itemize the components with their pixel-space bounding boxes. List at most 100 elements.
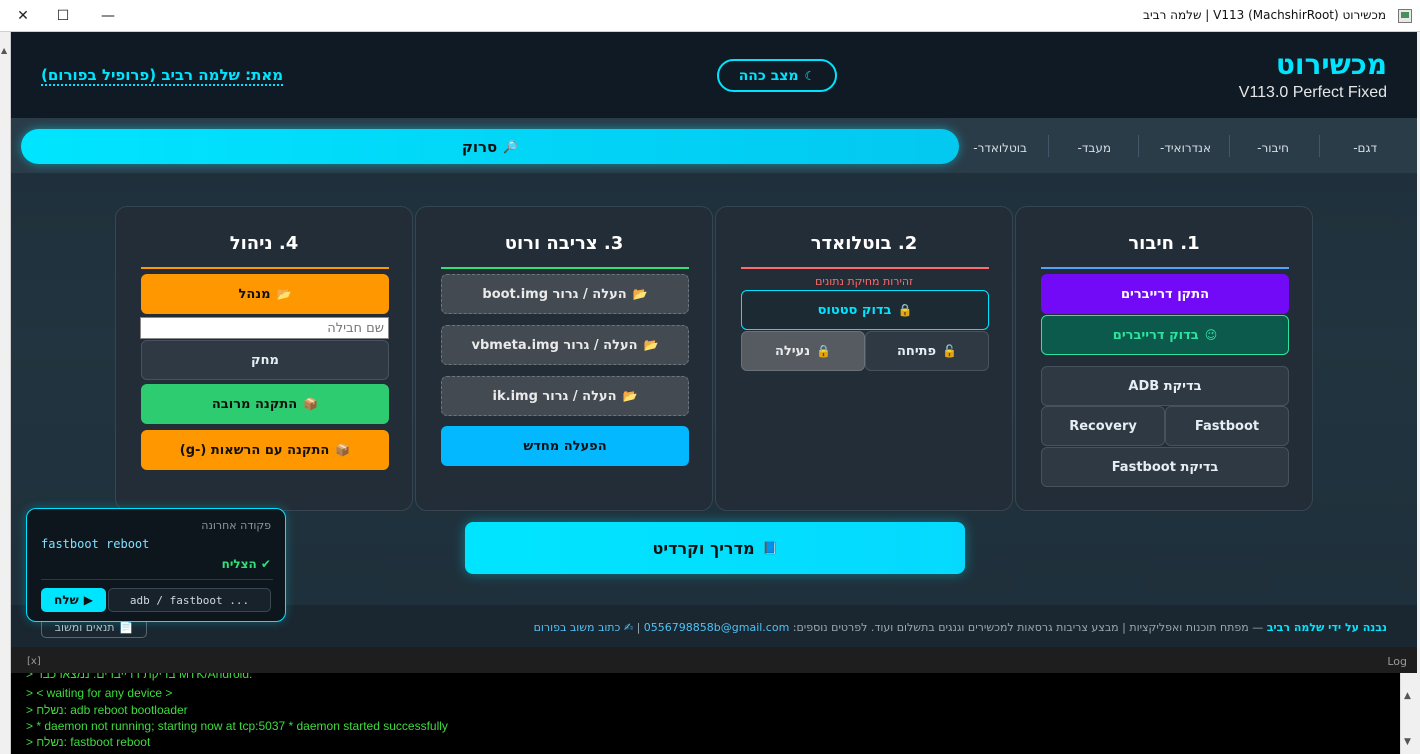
wink-icon: 😉 [1204,328,1218,342]
tab-bootloader[interactable]: בוטלואדר- [973,141,1027,155]
manager-button[interactable]: 📂 מנהל [141,274,389,314]
log-line: > < waiting for any device > [26,686,173,700]
brand: מכשירוט V113.0 Perfect Fixed [1239,48,1387,102]
card-title: 4. ניהול [229,233,299,254]
log-close-button[interactable]: [x] [27,656,41,667]
scroll-up-icon: ▲ [1,46,8,55]
lock-label: נעילה [774,343,811,359]
check-adb-button[interactable]: בדיקת ADB [1041,366,1289,406]
unlock-button[interactable]: 🔓 פתיחה [865,331,989,371]
brand-subtitle: V113.0 Perfect Fixed [1238,84,1387,101]
dark-mode-label: מצב כהה [738,67,799,84]
log-title: Log [1387,655,1407,668]
guide-credits-label: מדריך וקרדיט [652,538,755,558]
tab-model[interactable]: דגם- [1353,141,1377,155]
check-status-button[interactable]: 🔒 בדוק סטטוס [741,290,989,330]
check-fastboot-button[interactable]: בדיקת Fastboot [1041,447,1289,487]
tab-android[interactable]: אנדרואיד- [1160,141,1211,155]
command-input[interactable]: adb / fastboot ... [108,588,271,612]
recovery-button[interactable]: Recovery [1041,406,1165,446]
card-underline [141,267,389,269]
card-underline [1041,267,1289,269]
built-by: נבנה על ידי שלמה רביב [1266,621,1387,634]
bulk-install-label: התקנה מרובה [211,396,298,412]
brand-title: מכשירוט [1275,48,1387,81]
reboot-button[interactable]: הפעלה מחדש [441,426,689,466]
check-drivers-button[interactable]: 😉 בדוק דרייברים [1041,315,1289,355]
package-icon: 📦 [335,443,351,457]
tab-connection[interactable]: חיבור- [1257,141,1289,155]
log-scrollbar[interactable]: ▲ ▼ [1400,673,1417,754]
email-link[interactable]: 0556798858b@gmail.com [644,621,790,634]
minimize-icon: — [101,8,115,24]
author-link[interactable]: מאת: שלמה רביב (פרופיל בפורום) [41,66,284,86]
install-permissions-button[interactable]: 📦 התקנה עם הרשאות (-g) [141,430,389,470]
log-console: > בדיקת דרייברים: נמצאו כבר MTK/Android.… [11,673,1400,754]
guide-credits-button[interactable]: 📘 מדריך וקרדיט [465,522,965,574]
package-name-input[interactable] [140,317,389,339]
footer-description: — מפתח תוכנות ואפליקציות | מבצע צריבות ג… [789,621,1267,634]
book-icon: 📘 [762,541,778,555]
document-icon: 📄 [118,620,134,634]
upload-boot-label: העלה / גרור boot.img [482,286,627,302]
unlock-label: פתיחה [896,343,937,359]
last-command-panel: פקודה אחרונה fastboot reboot ✔ הצליח adb… [26,508,286,622]
author-text: מאת: שלמה רביב (פרופיל בפורום) [41,66,284,86]
dark-mode-button[interactable]: ☾ מצב כהה [717,59,837,92]
delete-button[interactable]: מחק [141,340,389,380]
scan-button[interactable]: 🔎 סרוק [21,129,959,164]
search-icon: 🔎 [503,139,519,154]
close-icon: ✕ [17,8,29,24]
flash-root-card: 3. צריבה ורוט 📂 העלה / גרור boot.img 📂 ה… [415,206,713,511]
app-icon [1398,9,1412,23]
card-title: 1. חיבור [1128,233,1200,254]
card-title: 2. בוטלואדר [810,233,918,254]
management-card: 4. ניהול 📂 מנהל מחק 📦 התקנה מרובה 📦 התקנ… [115,206,413,511]
manager-label: מנהל [238,286,271,302]
check-status-label: בדוק סטטוס [817,302,892,318]
scan-label: סרוק [461,137,498,156]
divider [1048,135,1049,157]
scroll-down-icon: ▼ [1404,737,1411,747]
install-drivers-button[interactable]: התקן דרייברים [1041,274,1289,314]
info-bar: 🔎 סרוק דגם- חיבור- אנדרואיד- מעבד- בוטלו… [11,118,1417,173]
last-command-label: פקודה אחרונה [201,519,271,532]
log-line: > נשלח: adb reboot bootloader [26,703,188,717]
upload-boot-dropzone[interactable]: 📂 העלה / גרור boot.img [441,274,689,314]
bulk-install-button[interactable]: 📦 התקנה מרובה [141,384,389,424]
maximize-window-button[interactable]: ☐ [40,0,86,32]
lock-button[interactable]: 🔒 נעילה [741,331,865,371]
upload-ik-label: העלה / גרור ik.img [492,388,617,404]
divider [1319,135,1320,157]
upload-vbmeta-label: העלה / גרור vbmeta.img [471,337,638,353]
send-label: שלח [54,593,79,607]
window-title: מכשירוט V113 (MachshirRoot) | שלמה רביב [1143,8,1386,22]
divider [1138,135,1139,157]
check-drivers-label: בדוק דרייברים [1112,327,1199,343]
app-window: מכשירוט V113.0 Perfect Fixed ☾ מצב כהה מ… [11,32,1417,647]
terms-label: תנאים ומשוב [54,620,115,634]
unlock-icon: 🔓 [942,344,958,358]
footer-separator: | [633,621,644,634]
upload-ik-dropzone[interactable]: 📂 העלה / גרור ik.img [441,376,689,416]
send-command-button[interactable]: ▶ שלח [41,588,106,612]
connection-card: 1. חיבור התקן דרייברים 😉 בדוק דרייברים ב… [1015,206,1313,511]
feedback-link[interactable]: ✍ כתוב משוב בפורום [534,621,633,634]
lock-icon: 🔒 [897,303,913,317]
upload-vbmeta-dropzone[interactable]: 📂 העלה / גרור vbmeta.img [441,325,689,365]
play-icon: ▶ [83,593,93,607]
data-wipe-warning: זהירות מחיקת נתונים [815,275,913,288]
lock-icon: 🔒 [816,344,832,358]
last-command-status: ✔ הצליח [221,557,271,571]
package-icon: 📦 [303,397,319,411]
log-line: > נשלח: fastboot reboot [26,735,151,749]
tab-cpu[interactable]: מעבד- [1078,141,1111,155]
left-scrollbar[interactable]: ▲ [0,32,11,754]
fastboot-button[interactable]: Fastboot [1165,406,1289,446]
maximize-icon: ☐ [56,8,70,24]
log-line: > * daemon not running; starting now at … [26,719,448,733]
folder-icon: 📂 [622,389,638,403]
minimize-window-button[interactable]: — [85,0,131,32]
card-underline [741,267,989,269]
log-line: > בדיקת דרייברים: נמצאו כבר MTK/Android. [26,673,253,681]
